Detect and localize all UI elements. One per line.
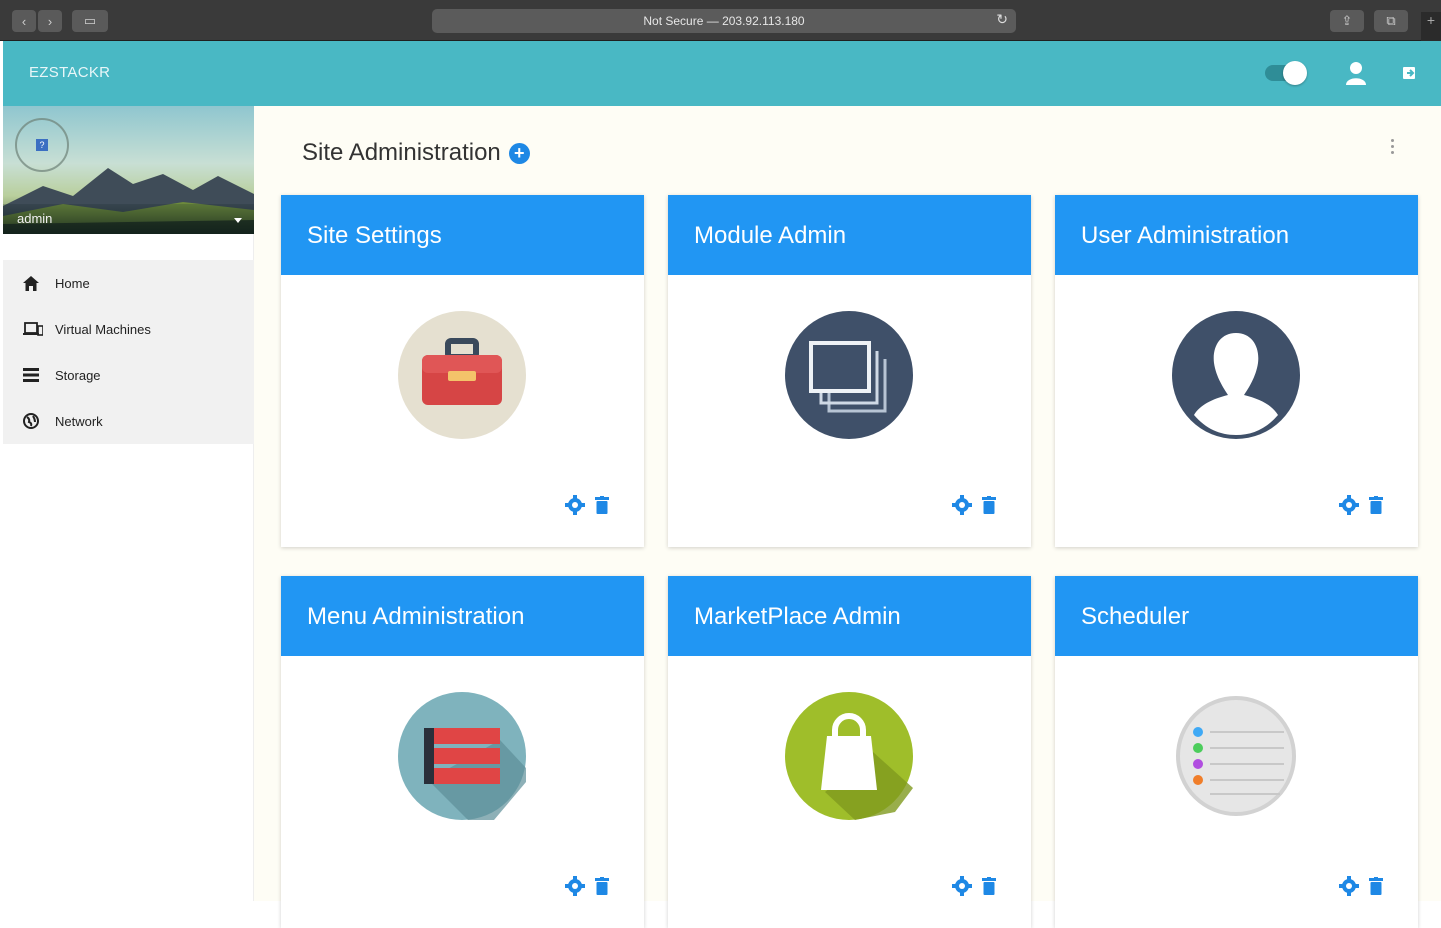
home-icon xyxy=(23,275,55,291)
trash-icon[interactable] xyxy=(1369,496,1383,519)
trash-icon[interactable] xyxy=(982,496,996,519)
card-title: Scheduler xyxy=(1055,576,1418,656)
laptop-icon xyxy=(23,322,55,336)
more-options-icon[interactable] xyxy=(1391,139,1395,157)
logout-icon[interactable] xyxy=(1395,59,1423,87)
list-notes-icon xyxy=(1172,692,1300,820)
card-user-administration[interactable]: User Administration xyxy=(1055,195,1418,547)
gear-icon[interactable] xyxy=(1339,495,1359,520)
app-header: EZSTACKR xyxy=(3,41,1441,106)
gear-icon[interactable] xyxy=(565,495,585,520)
menu-stack-icon xyxy=(398,692,526,820)
share-button[interactable]: ⇪ xyxy=(1330,10,1364,32)
toolbox-icon xyxy=(398,311,526,439)
chevron-down-icon[interactable] xyxy=(234,218,242,223)
new-tab-button[interactable]: + xyxy=(1421,12,1441,41)
sidebar-toggle-button[interactable]: ▭ xyxy=(72,10,108,32)
gear-icon[interactable] xyxy=(952,876,972,901)
profile-panel: ? admin xyxy=(3,106,254,234)
user-icon[interactable] xyxy=(1342,59,1370,87)
sidebar-item-label: Network xyxy=(55,413,103,429)
card-title: Menu Administration xyxy=(281,576,644,656)
sidebar-item-virtual-machines[interactable]: Virtual Machines xyxy=(3,306,254,352)
card-site-settings[interactable]: Site Settings xyxy=(281,195,644,547)
list-icon xyxy=(23,368,55,382)
sidebar-menu: Home Virtual Machines Storage Network xyxy=(3,260,254,444)
reload-icon[interactable]: ↻ xyxy=(996,11,1008,28)
browser-toolbar: ‹ › ▭ Not Secure — 203.92.113.180 ↻ ⇪ ⧉ … xyxy=(0,0,1441,41)
sidebar-item-network[interactable]: Network xyxy=(3,398,254,444)
card-title: Site Settings xyxy=(281,195,644,275)
card-menu-administration[interactable]: Menu Administration xyxy=(281,576,644,928)
page-title: Site Administration + xyxy=(302,139,530,167)
sidebar: ? admin Home Virtual Machines Storage Ne… xyxy=(3,106,254,901)
user-silhouette-icon xyxy=(1172,311,1300,439)
trash-icon[interactable] xyxy=(1369,877,1383,900)
trash-icon[interactable] xyxy=(595,877,609,900)
gear-icon[interactable] xyxy=(565,876,585,901)
theme-toggle[interactable] xyxy=(1265,61,1307,85)
back-button[interactable]: ‹ xyxy=(12,10,36,32)
sidebar-item-home[interactable]: Home xyxy=(3,260,254,306)
card-title: Module Admin xyxy=(668,195,1031,275)
shopping-bag-icon xyxy=(785,692,913,820)
sidebar-item-storage[interactable]: Storage xyxy=(3,352,254,398)
sidebar-item-label: Storage xyxy=(55,367,101,383)
sidebar-item-label: Virtual Machines xyxy=(55,321,151,337)
card-marketplace-admin[interactable]: MarketPlace Admin xyxy=(668,576,1031,928)
avatar[interactable]: ? xyxy=(15,118,69,172)
address-text: Not Secure — 203.92.113.180 xyxy=(643,14,805,28)
main-content: Site Administration + Site Settings Modu… xyxy=(254,106,1441,928)
sidebar-item-label: Home xyxy=(55,275,90,291)
windows-stack-icon xyxy=(785,311,913,439)
address-bar[interactable]: Not Secure — 203.92.113.180 ↻ xyxy=(432,9,1016,33)
gear-icon[interactable] xyxy=(952,495,972,520)
gear-icon[interactable] xyxy=(1339,876,1359,901)
card-scheduler[interactable]: Scheduler xyxy=(1055,576,1418,928)
forward-button[interactable]: › xyxy=(38,10,62,32)
card-title: MarketPlace Admin xyxy=(668,576,1031,656)
card-title: User Administration xyxy=(1055,195,1418,275)
tabs-button[interactable]: ⧉ xyxy=(1374,10,1408,32)
username-label: admin xyxy=(17,211,53,226)
add-icon[interactable]: + xyxy=(508,142,530,164)
card-module-admin[interactable]: Module Admin xyxy=(668,195,1031,547)
trash-icon[interactable] xyxy=(982,877,996,900)
globe-icon xyxy=(23,413,55,429)
trash-icon[interactable] xyxy=(595,496,609,519)
brand-logo[interactable]: EZSTACKR xyxy=(29,64,110,81)
